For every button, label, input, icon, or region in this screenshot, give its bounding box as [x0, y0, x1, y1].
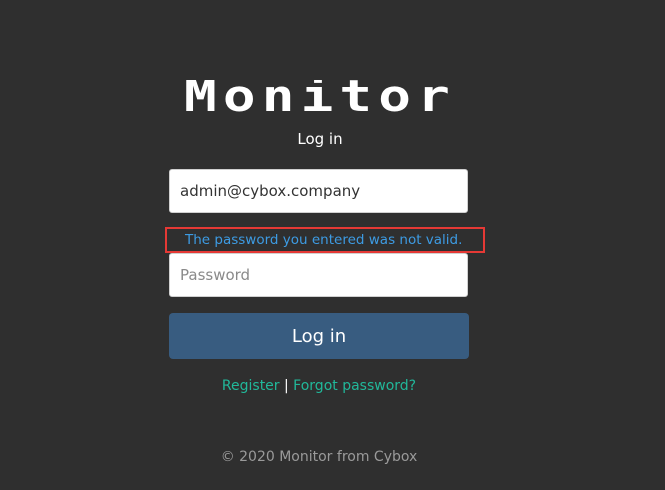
link-separator: |	[284, 378, 289, 394]
register-link[interactable]: Register	[222, 378, 280, 394]
forgot-password-link[interactable]: Forgot password?	[293, 378, 416, 394]
email-field[interactable]	[169, 169, 468, 213]
page-subtitle: Log in	[297, 130, 343, 148]
auth-links: Register | Forgot password?	[0, 376, 638, 396]
password-error-message: The password you entered was not valid.	[185, 232, 463, 248]
login-button[interactable]: Log in	[169, 313, 469, 359]
logo-text: Monitor	[184, 80, 456, 112]
password-field[interactable]	[169, 253, 468, 297]
footer-copyright: © 2020 Monitor from Cybox	[220, 449, 418, 465]
monitor-logo: Monitor	[184, 80, 456, 112]
